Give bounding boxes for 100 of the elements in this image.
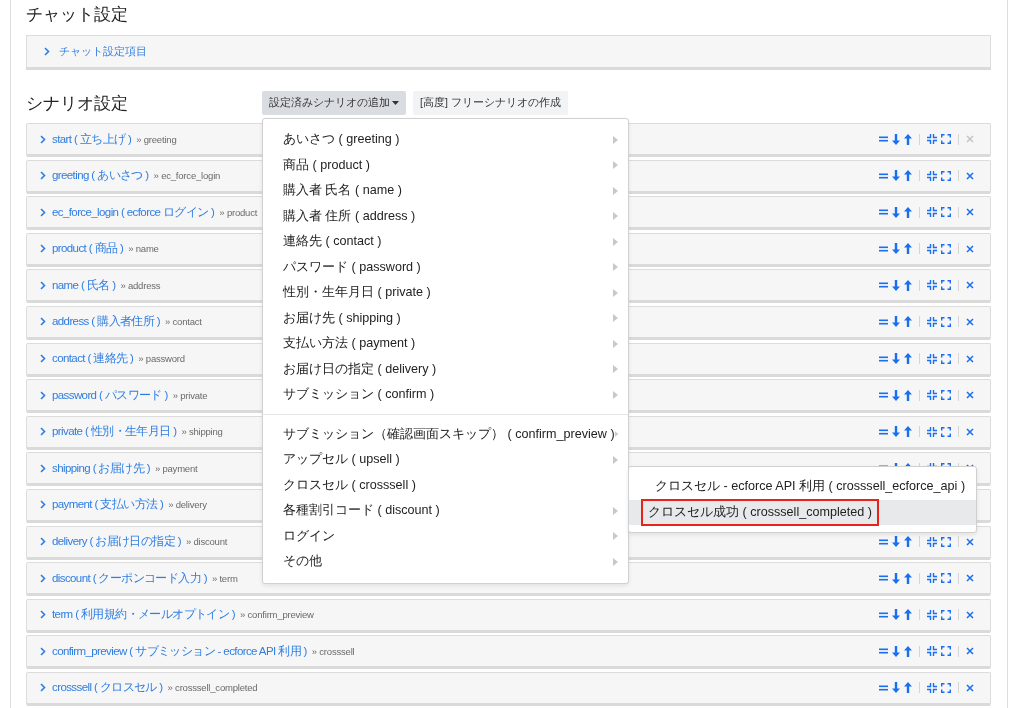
close-icon[interactable] [966,610,974,619]
arrow-down-icon[interactable] [892,316,900,328]
arrow-down-icon[interactable] [892,536,900,548]
close-icon[interactable] [966,244,974,253]
menu-item[interactable]: 性別・生年月日 ( private ) [263,280,628,306]
collapse-icon[interactable] [927,243,937,254]
expand-icon[interactable] [941,573,951,584]
collapse-icon[interactable] [927,207,937,218]
drag-handle-icon[interactable] [879,355,888,362]
expand-icon[interactable] [941,390,951,401]
collapse-icon[interactable] [927,536,937,547]
drag-handle-icon[interactable] [879,575,888,582]
close-icon[interactable] [966,647,974,656]
expand-icon[interactable] [941,353,951,364]
scenario-link[interactable]: crosssell ( クロスセル ) [52,680,163,696]
arrow-down-icon[interactable] [892,279,900,291]
menu-item[interactable]: お届け先 ( shipping ) [263,305,628,331]
expand-icon[interactable] [941,536,951,547]
collapse-icon[interactable] [927,573,937,584]
expand-icon[interactable] [941,280,951,291]
create-button[interactable]: [高度] フリーシナリオの作成 [413,91,568,115]
menu-item[interactable]: サブミッション（確認画面スキップ） ( confirm_preview ) [263,421,628,447]
scenario-link[interactable]: private ( 性別・生年月日 ) [52,424,177,440]
collapse-icon[interactable] [927,353,937,364]
arrow-up-icon[interactable] [904,279,912,291]
close-icon[interactable] [966,683,974,692]
close-icon[interactable] [966,427,974,436]
drag-handle-icon[interactable] [879,282,888,289]
arrow-down-icon[interactable] [892,426,900,438]
close-icon[interactable] [966,537,974,546]
collapse-icon[interactable] [927,134,937,144]
menu-item[interactable]: 購入者 住所 ( address ) [263,203,628,229]
arrow-up-icon[interactable] [904,609,912,621]
collapse-icon[interactable] [927,646,937,657]
expand-icon[interactable] [941,646,951,657]
collapse-icon[interactable] [927,426,937,437]
drag-handle-icon[interactable] [879,172,888,179]
close-icon[interactable] [966,208,974,217]
arrow-down-icon[interactable] [892,645,900,657]
scenario-link[interactable]: greeting ( あいさつ ) [52,168,149,184]
expand-icon[interactable] [941,134,951,144]
scenario-link[interactable]: confirm_preview ( サブミッション - ecforce API 利用 ) [52,643,307,659]
arrow-down-icon[interactable] [892,609,900,621]
arrow-down-icon[interactable] [892,389,900,401]
drag-handle-icon[interactable] [879,428,888,435]
scenario-link[interactable]: address ( 購入者住所 ) [52,314,160,330]
scenario-link[interactable]: payment ( 支払い方法 ) [52,497,164,513]
drag-handle-icon[interactable] [879,611,888,618]
scenario-link[interactable]: password ( パスワード ) [52,387,168,403]
scenario-link[interactable]: discount ( クーポンコード入力 ) [52,570,207,586]
close-icon[interactable] [966,574,974,583]
expand-icon[interactable] [941,316,951,327]
expand-icon[interactable] [941,170,951,181]
drag-handle-icon[interactable] [879,648,888,655]
arrow-up-icon[interactable] [904,353,912,365]
menu-item[interactable]: 購入者 氏名 ( name ) [263,178,628,204]
scenario-link[interactable]: term ( 利用規約・メールオプトイン ) [52,607,236,623]
arrow-up-icon[interactable] [904,682,912,694]
arrow-down-icon[interactable] [892,170,900,182]
expand-icon[interactable] [941,609,951,620]
scenario-link[interactable]: contact ( 連絡先 ) [52,351,134,367]
drag-handle-icon[interactable] [879,538,888,545]
arrow-up-icon[interactable] [904,316,912,328]
arrow-down-icon[interactable] [892,572,900,584]
menu-item[interactable]: 支払い方法 ( payment ) [263,331,628,357]
drag-handle-icon[interactable] [879,318,888,325]
dropdown-button[interactable]: 設定済みシナリオの追加 [262,91,406,115]
arrow-down-icon[interactable] [892,353,900,365]
scenario-link[interactable]: name ( 氏名 ) [52,277,116,293]
menu-item[interactable]: クロスセル - ecforce API 利用 ( crosssell_ecforce_api ) [629,474,976,500]
close-icon[interactable] [966,171,974,180]
menu-item[interactable]: アップセル ( upsell ) [263,447,628,473]
close-icon[interactable] [966,317,974,326]
arrow-up-icon[interactable] [904,572,912,584]
menu-item[interactable]: 連絡先 ( contact ) [263,229,628,255]
expand-icon[interactable] [941,207,951,218]
expand-icon[interactable] [941,682,951,693]
menu-item[interactable]: その他 [263,549,628,575]
menu-item[interactable]: 各種割引コード ( discount ) [263,498,628,524]
menu-item[interactable]: あいさつ ( greeting ) [263,127,628,153]
arrow-down-icon[interactable] [892,133,900,145]
arrow-up-icon[interactable] [904,133,912,145]
collapse-icon[interactable] [927,316,937,327]
menu-item[interactable]: クロスセル成功 ( crosssell_completed ) [629,499,976,525]
menu-item[interactable]: ログイン [263,523,628,549]
collapse-icon[interactable] [927,390,937,401]
scenario-link[interactable]: product ( 商品 ) [52,241,124,257]
expand-icon[interactable] [941,426,951,437]
menu-item[interactable]: サブミッション ( confirm ) [263,382,628,408]
drag-handle-icon[interactable] [879,684,888,691]
menu-item[interactable]: クロスセル ( crosssell ) [263,472,628,498]
arrow-down-icon[interactable] [892,206,900,218]
drag-handle-icon[interactable] [879,209,888,216]
collapse-icon[interactable] [927,682,937,693]
scenario-link[interactable]: delivery ( お届け日の指定 ) [52,534,181,550]
scenario-link[interactable]: shipping ( お届け先 ) [52,460,150,476]
drag-handle-icon[interactable] [879,245,888,252]
arrow-up-icon[interactable] [904,426,912,438]
collapse-icon[interactable] [927,170,937,181]
expand-icon[interactable] [941,243,951,254]
